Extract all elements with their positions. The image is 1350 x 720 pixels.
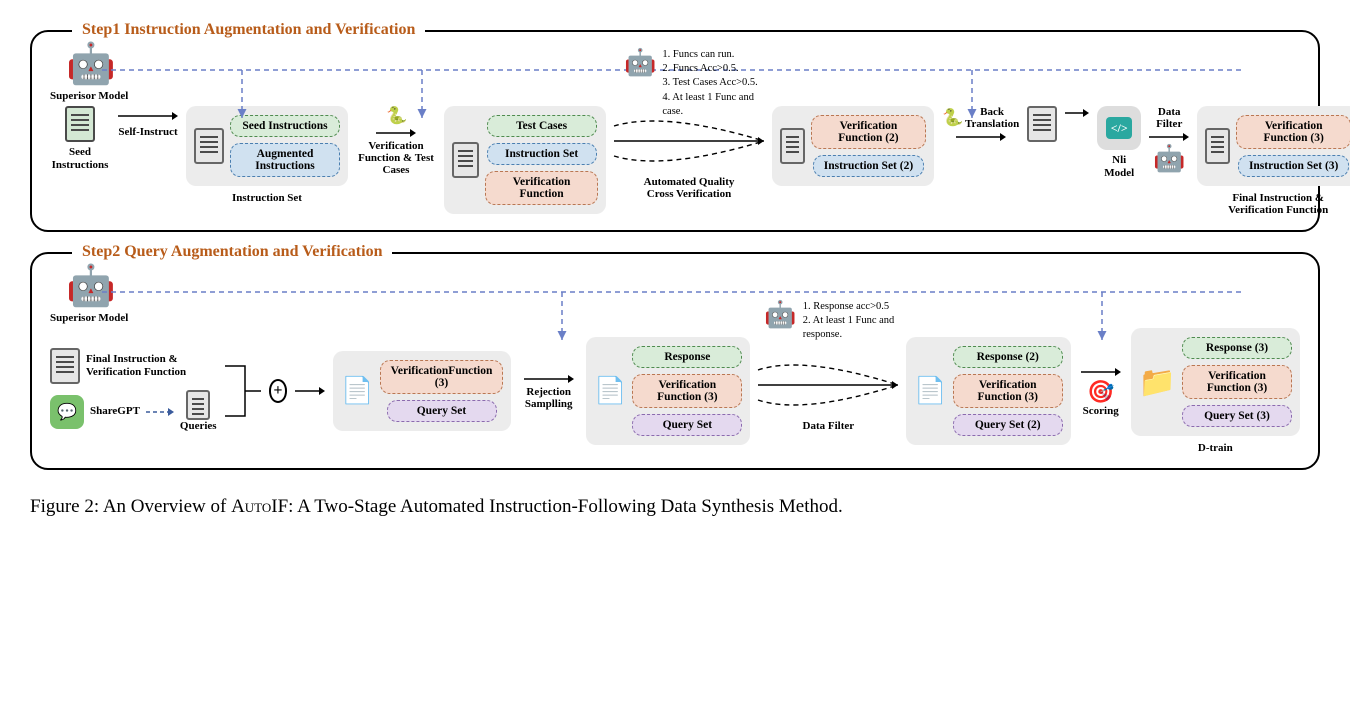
test-cases-pill: Test Cases bbox=[487, 115, 597, 137]
seed-instructions-label: Seed Instructions bbox=[50, 146, 110, 172]
vf2-pill: Verification Function (2) bbox=[811, 115, 926, 149]
criteria-item: 3. Test Cases Acc>0.5. bbox=[662, 76, 764, 90]
doc-stack-icon bbox=[194, 128, 224, 164]
response3-pill: Response (3) bbox=[1182, 337, 1292, 359]
fan-arrows-icon bbox=[758, 350, 898, 420]
final-box: Verification Function (3) Instruction Se… bbox=[1197, 106, 1350, 186]
superior-model-label: Superisor Model bbox=[50, 90, 128, 103]
final-ivf-label: Final Instruction & Verification Functio… bbox=[86, 353, 196, 379]
qs2-pill: Query Set (2) bbox=[953, 414, 1063, 436]
criteria-item: 2. At least 1 Func and response. bbox=[803, 314, 899, 342]
is2-pill: Instruction Set (2) bbox=[813, 155, 924, 177]
doc-icon: 📄 bbox=[594, 376, 626, 406]
doc-icon bbox=[1027, 106, 1057, 142]
arrow-icon bbox=[1149, 130, 1189, 144]
self-instruct-label: Self-Instruct bbox=[118, 126, 177, 138]
robot-icon bbox=[66, 44, 112, 90]
final-label: Final Instruction & Verification Functio… bbox=[1213, 192, 1343, 216]
doc-icon bbox=[1205, 128, 1230, 164]
step2-title: Step2 Query Augmentation and Verificatio… bbox=[72, 243, 392, 261]
vf2-is2-box: Verification Function (2) Instruction Se… bbox=[772, 106, 934, 186]
arrow-icon bbox=[376, 126, 416, 140]
vf3-pill: VerificationFunction (3) bbox=[380, 360, 504, 394]
merge-arrows bbox=[225, 356, 261, 426]
seed-instr-pill: Seed Instructions bbox=[230, 115, 340, 137]
instruction-set-pill: Instruction Set bbox=[487, 143, 597, 165]
superior-model-label: Superisor Model bbox=[50, 312, 128, 325]
arrow-icon bbox=[956, 130, 1006, 144]
resp-vf-qs-box: 📄 Response Verification Function (3) Que… bbox=[586, 337, 750, 445]
doc-icon bbox=[452, 142, 479, 178]
data-filter-label: Data Filter bbox=[1149, 106, 1189, 130]
scoring-label: Scoring bbox=[1083, 405, 1119, 417]
plus-icon: + bbox=[269, 379, 288, 403]
step2-panel: Step2 Query Augmentation and Verificatio… bbox=[30, 252, 1320, 470]
rejection-sampling-label: Rejection Samplling bbox=[519, 386, 578, 410]
caption-name: AutoIF bbox=[231, 496, 288, 517]
arrow-icon bbox=[1065, 106, 1089, 120]
sharegpt-label: ShareGPT bbox=[90, 405, 140, 418]
dtrain-box: 📁 Response (3) Verification Function (3)… bbox=[1131, 328, 1300, 436]
criteria-item: 4. At least 1 Func and case. bbox=[662, 91, 764, 119]
doc-icon: 📄 bbox=[341, 376, 373, 406]
auto-quality-label: Automated Quality Cross Verification bbox=[629, 176, 749, 200]
folder-icon: 📁 bbox=[1139, 365, 1176, 400]
criteria-item: 1. Funcs can run. bbox=[662, 48, 764, 62]
figure-caption: Figure 2: An Overview of AutoIF: A Two-S… bbox=[30, 494, 1320, 521]
aug-instr-pill: Augmented Instructions bbox=[230, 143, 340, 177]
nli-model-icon: </> bbox=[1097, 106, 1141, 150]
seed-doc-icon bbox=[65, 106, 95, 142]
arrow-icon bbox=[524, 372, 574, 386]
qs3-pill: Query Set (3) bbox=[1182, 405, 1292, 427]
vf3-pill-2: Verification Function (3) bbox=[632, 374, 742, 408]
robot-icon bbox=[66, 266, 112, 312]
robot-icon: 🤖 bbox=[764, 300, 796, 330]
scoring-icon: 🎯 bbox=[1087, 379, 1114, 405]
vf3-pill-3: Verification Function (3) bbox=[953, 374, 1063, 408]
vf-tc-label: Verification Function & Test Cases bbox=[356, 140, 436, 176]
arrow-icon bbox=[1081, 365, 1121, 379]
sharegpt-icon: 💬 bbox=[50, 395, 84, 429]
doc-icon: 📄 bbox=[914, 376, 946, 406]
queries-label: Queries bbox=[180, 420, 217, 433]
doc-icon bbox=[50, 348, 80, 384]
tc-is-vf-box: Test Cases Instruction Set Verification … bbox=[444, 106, 606, 214]
vf3-pill-4: Verification Function (3) bbox=[1182, 365, 1292, 399]
python-icon bbox=[942, 108, 962, 128]
response2-pill: Response (2) bbox=[953, 346, 1063, 368]
instruction-set-box: Seed Instructions Augmented Instructions bbox=[186, 106, 348, 186]
is3-pill: Instruction Set (3) bbox=[1238, 155, 1349, 177]
caption-prefix: Figure 2: An Overview of bbox=[30, 496, 231, 517]
criteria-item: 2. Funcs Acc>0.5. bbox=[662, 62, 764, 76]
robot-icon: 🤖 bbox=[624, 48, 656, 78]
arrow-icon bbox=[146, 405, 174, 419]
doc-icon bbox=[186, 390, 210, 420]
step1-title: Step1 Instruction Augmentation and Verif… bbox=[72, 21, 425, 39]
query-set-pill-2: Query Set bbox=[632, 414, 742, 436]
dtrain-label: D-train bbox=[1198, 442, 1233, 454]
python-icon bbox=[386, 106, 406, 126]
back-translation-label: Back Translation bbox=[965, 106, 1019, 130]
caption-suffix: : A Two-Stage Automated Instruction-Foll… bbox=[288, 496, 843, 517]
step1-criteria: 1. Funcs can run. 2. Funcs Acc>0.5. 3. T… bbox=[662, 48, 764, 119]
nli-model-label: Nli Model bbox=[1097, 154, 1141, 180]
doc-icon bbox=[780, 128, 805, 164]
vf3-pill: Verification Function (3) bbox=[1236, 115, 1350, 149]
resp2-box: 📄 Response (2) Verification Function (3)… bbox=[906, 337, 1070, 445]
arrow-icon bbox=[118, 106, 178, 126]
query-set-pill: Query Set bbox=[387, 400, 497, 422]
robot-icon: 🤖 bbox=[1153, 144, 1185, 174]
data-filter-label: Data Filter bbox=[803, 420, 855, 432]
criteria-item: 1. Response acc>0.5 bbox=[803, 300, 899, 314]
step1-panel: Step1 Instruction Augmentation and Verif… bbox=[30, 30, 1320, 232]
vf3-query-box: 📄 VerificationFunction (3) Query Set bbox=[333, 351, 511, 431]
instruction-set-label: Instruction Set bbox=[232, 192, 302, 204]
response-pill: Response bbox=[632, 346, 742, 368]
verification-fn-pill: Verification Function bbox=[485, 171, 598, 205]
step2-criteria: 1. Response acc>0.5 2. At least 1 Func a… bbox=[803, 300, 899, 343]
arrow-icon bbox=[295, 384, 325, 398]
